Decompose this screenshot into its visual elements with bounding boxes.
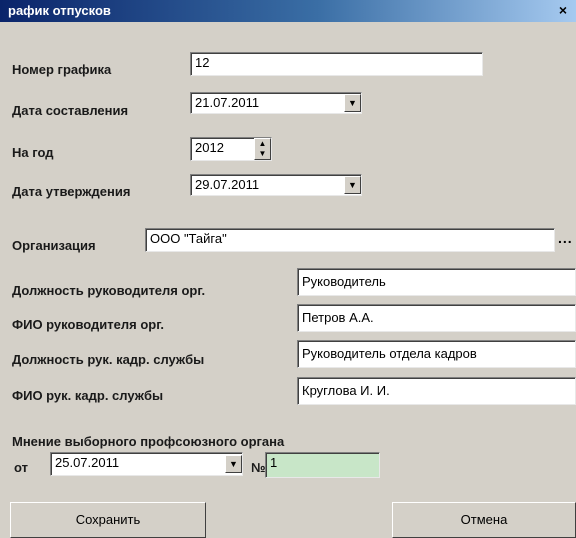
spin-down-icon[interactable]: ▼	[255, 149, 270, 159]
union-date-field[interactable]: 25.07.2011	[50, 452, 243, 476]
window-title: рафик отпусков	[8, 3, 111, 18]
spin-up-icon[interactable]: ▲	[255, 139, 270, 149]
union-number-input[interactable]: 1	[265, 452, 380, 478]
hr-head-position-field[interactable]: Руководитель отдела кадров	[297, 340, 576, 368]
approval-date-label: Дата утверждения	[12, 184, 131, 199]
compile-date-dropdown-icon[interactable]: ▼	[344, 94, 361, 112]
compile-date-field[interactable]: 21.07.2011	[190, 92, 362, 114]
union-date-dropdown-icon[interactable]: ▼	[225, 455, 242, 473]
head-position-label: Должность руководителя орг.	[12, 283, 206, 298]
compile-date-label: Дата составления	[12, 103, 129, 118]
title-bar: рафик отпусков ×	[0, 0, 576, 22]
approval-date-field[interactable]: 29.07.2011	[190, 174, 362, 196]
select-organization-icon[interactable]: ...	[558, 230, 573, 246]
save-button[interactable]: Сохранить	[10, 502, 206, 538]
union-number-label: №	[251, 460, 266, 475]
head-name-field[interactable]: Петров А.А.	[297, 304, 576, 332]
cancel-button[interactable]: Отмена	[392, 502, 576, 538]
organization-label: Организация	[12, 238, 96, 253]
union-date-from-label: от	[14, 460, 28, 475]
year-spinner[interactable]: ▲ ▼	[254, 138, 271, 160]
year-label: На год	[12, 145, 54, 160]
union-opinion-heading: Мнение выборного профсоюзного органа	[12, 434, 285, 449]
close-icon[interactable]: ×	[554, 2, 572, 19]
hr-head-name-field[interactable]: Круглова И. И.	[297, 377, 576, 405]
head-name-label: ФИО руководителя орг.	[12, 317, 164, 332]
head-position-field[interactable]: Руководитель	[297, 268, 576, 296]
hr-head-name-label: ФИО рук. кадр. службы	[12, 388, 164, 403]
schedule-number-label: Номер графика	[12, 62, 112, 77]
approval-date-dropdown-icon[interactable]: ▼	[344, 176, 361, 194]
schedule-number-input[interactable]: 12	[190, 52, 483, 76]
hr-head-position-label: Должность рук. кадр. службы	[12, 352, 205, 367]
organization-field[interactable]: ООО "Тайга"	[145, 228, 555, 252]
